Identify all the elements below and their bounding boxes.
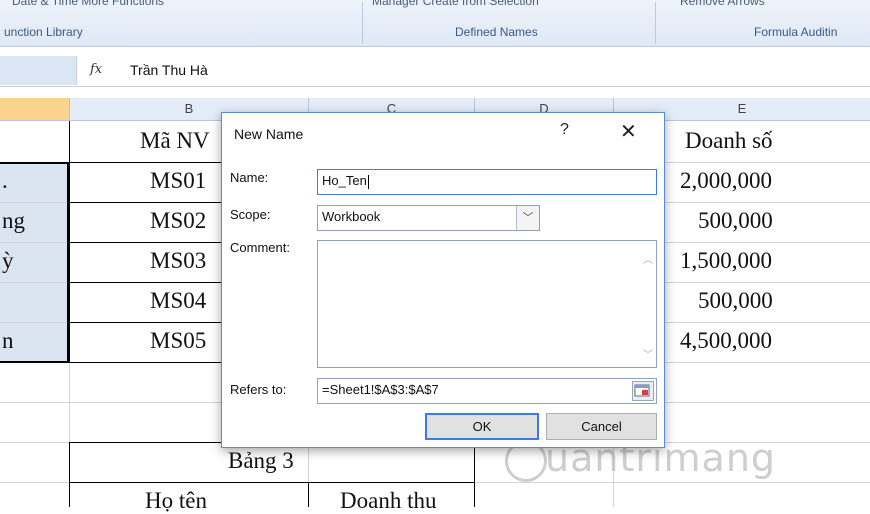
cell-a-text[interactable]: n — [2, 328, 14, 354]
formula-bar: fx Trần Thu Hà — [0, 56, 870, 87]
refers-to-input[interactable]: =Sheet1!$A$3:$A$7 — [317, 378, 657, 404]
formula-content[interactable]: Trần Thu Hà — [130, 62, 208, 78]
cell-e-value[interactable]: 500,000 — [698, 208, 773, 234]
cell-b-text[interactable]: MS03 — [150, 248, 206, 274]
dialog-title: New Name — [234, 126, 304, 142]
ok-button[interactable]: OK — [425, 413, 539, 440]
ribbon: Date & Time More Functions Manager Creat… — [0, 0, 870, 47]
close-button[interactable]: ✕ — [620, 119, 637, 144]
help-button[interactable]: ? — [560, 121, 569, 139]
refers-to-label: Refers to: — [230, 382, 287, 397]
cell-a-selected[interactable] — [0, 283, 69, 322]
name-box[interactable] — [0, 56, 77, 85]
cell-e-value[interactable]: 4,500,000 — [680, 328, 772, 354]
chevron-down-icon[interactable]: ﹀ — [516, 206, 539, 230]
cell-e-value[interactable]: 1,500,000 — [680, 248, 772, 274]
cell-b-text[interactable]: MS04 — [150, 288, 206, 314]
column-header-a[interactable] — [0, 98, 70, 121]
cell-b-text[interactable]: MS02 — [150, 208, 206, 234]
ribbon-separator — [655, 2, 656, 44]
refers-to-value: =Sheet1!$A$3:$A$7 — [322, 382, 439, 397]
bang3-header-revenue[interactable]: Doanh thu — [340, 488, 436, 514]
table-border — [69, 482, 475, 483]
bang3-header-name[interactable]: Họ tên — [145, 488, 207, 514]
cell-e-value[interactable]: 2,000,000 — [680, 168, 772, 194]
bang3-title[interactable]: Bảng 3 — [228, 448, 294, 474]
collapse-dialog-icon[interactable] — [632, 381, 654, 401]
name-input-value: Ho_Ten — [322, 173, 367, 188]
scope-select[interactable]: Workbook ﹀ — [317, 205, 540, 231]
name-input[interactable]: Ho_Ten — [317, 169, 657, 195]
group-formula-auditing: Formula Auditin — [754, 25, 838, 39]
text-caret — [367, 174, 369, 189]
cell-e-header[interactable]: Doanh số — [685, 128, 773, 154]
scope-value: Workbook — [322, 209, 381, 224]
ribbon-cut-remove-arrows[interactable]: Remove Arrows — [680, 0, 765, 8]
cancel-button[interactable]: Cancel — [546, 413, 657, 440]
group-defined-names: Defined Names — [455, 25, 538, 39]
cell-b-text[interactable]: MS05 — [150, 328, 206, 354]
ribbon-cut-functions[interactable]: Date & Time More Functions — [12, 0, 164, 8]
cell-b-header[interactable]: Mã NV — [140, 128, 210, 154]
new-name-dialog: New Name ? ✕ Name: Ho_Ten Scope: Workboo… — [221, 112, 665, 448]
cell-a-text[interactable]: . — [2, 168, 8, 194]
selection-border — [0, 361, 70, 363]
ribbon-cut-name-manager[interactable]: Manager Create from Selection — [372, 0, 539, 8]
table-border — [474, 442, 475, 507]
selection-border — [0, 162, 70, 164]
cell-a-selected[interactable] — [0, 163, 69, 202]
scroll-down-icon[interactable]: ﹀ — [643, 346, 653, 361]
name-label: Name: — [230, 170, 269, 185]
fx-icon[interactable]: fx — [90, 62, 102, 77]
ribbon-separator — [362, 2, 363, 44]
cell-e-value[interactable]: 500,000 — [698, 288, 773, 314]
scroll-up-icon[interactable]: ︿ — [643, 251, 653, 266]
cell-b-text[interactable]: MS01 — [150, 168, 206, 194]
comment-label: Comment: — [230, 240, 290, 255]
table-border — [308, 482, 309, 507]
cell-a-text[interactable]: ỳ — [2, 248, 14, 274]
group-function-library: unction Library — [4, 25, 83, 39]
comment-textarea[interactable]: ︿ ﹀ — [317, 240, 657, 368]
table-border — [69, 442, 70, 507]
selection-border — [67, 162, 70, 363]
cell-a-text[interactable]: ng — [2, 208, 25, 234]
scope-label: Scope: — [230, 207, 271, 222]
